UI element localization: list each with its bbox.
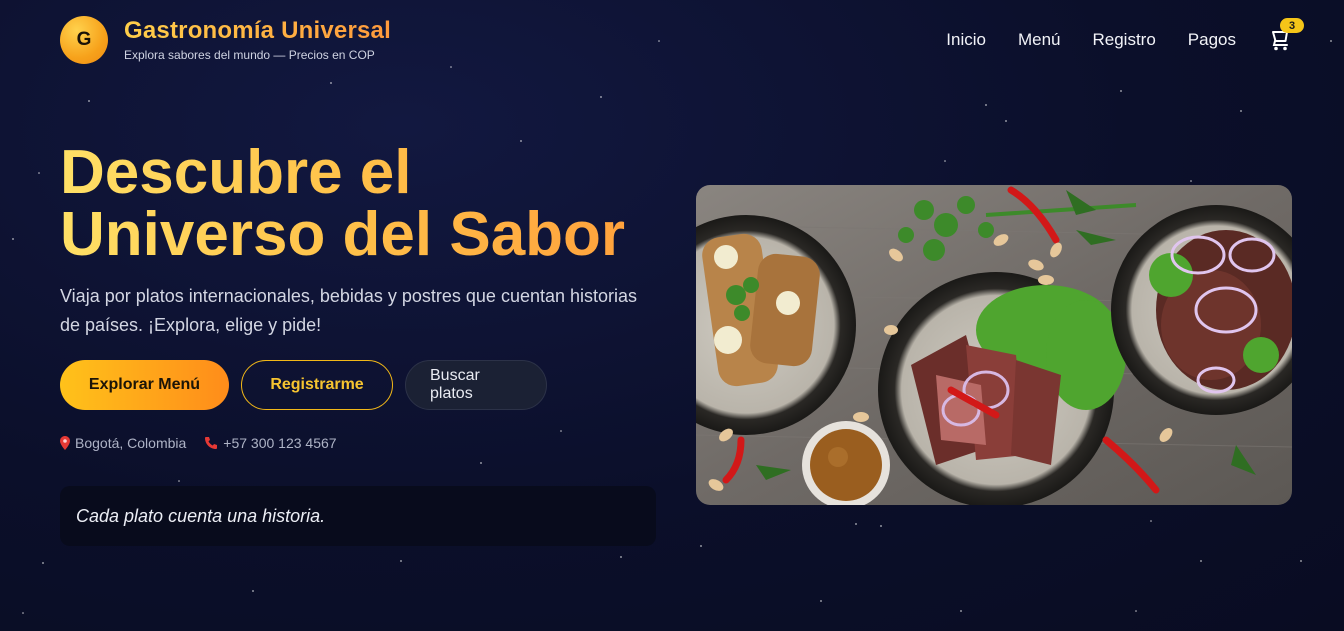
star: [22, 612, 24, 614]
star: [450, 66, 452, 68]
star: [1330, 40, 1332, 42]
cart-button[interactable]: 3: [1270, 18, 1304, 52]
star: [600, 96, 602, 98]
star: [1300, 560, 1302, 562]
star: [1240, 110, 1242, 112]
star: [620, 556, 622, 558]
star: [1120, 90, 1122, 92]
star: [855, 523, 857, 525]
cta-buttons: Explorar Menú Registrarme Buscar platos: [60, 360, 547, 410]
star: [820, 600, 822, 602]
brand-logo: G: [60, 16, 108, 64]
star: [252, 590, 254, 592]
brand-subtitle: Explora sabores del mundo — Precios en C…: [124, 47, 375, 62]
star: [178, 480, 180, 482]
quote-box: Cada plato cuenta una historia.: [60, 486, 656, 546]
nav-inicio[interactable]: Inicio: [946, 30, 986, 50]
nav-pagos[interactable]: Pagos: [1188, 30, 1236, 50]
phone-info: +57 300 123 4567: [204, 435, 337, 451]
star: [88, 100, 90, 102]
location-text: Bogotá, Colombia: [75, 435, 187, 451]
hero-title-line-1: Descubre el: [60, 138, 412, 207]
search-dishes-button[interactable]: Buscar platos: [405, 360, 547, 410]
star: [1190, 180, 1192, 182]
location-info: Bogotá, Colombia: [60, 435, 186, 451]
quote-text: Cada plato cuenta una historia.: [76, 505, 326, 526]
nav-menu[interactable]: Menú: [1018, 30, 1061, 50]
star: [1005, 120, 1007, 122]
phone-icon: [205, 437, 218, 449]
star: [480, 462, 482, 464]
star: [960, 610, 962, 612]
star: [944, 160, 946, 162]
explore-menu-button[interactable]: Explorar Menú: [60, 360, 229, 410]
hero-title-line-2: Universo del Sabor: [60, 200, 626, 269]
star: [560, 430, 562, 432]
brand[interactable]: G Gastronomía Universal Explora sabores …: [60, 16, 391, 64]
landing-page: G Gastronomía Universal Explora sabores …: [0, 0, 1344, 631]
nav-registro[interactable]: Registro: [1092, 30, 1155, 50]
star: [1200, 560, 1202, 562]
star: [700, 545, 702, 547]
hero-title: Descubre el Universo del Sabor: [60, 142, 680, 266]
star: [12, 238, 14, 240]
star: [330, 82, 332, 84]
pin-icon: [60, 436, 70, 450]
brand-title: Gastronomía Universal: [124, 17, 391, 45]
star: [400, 560, 402, 562]
phone-text: +57 300 123 4567: [223, 435, 337, 451]
hero-food-photo: [696, 185, 1292, 505]
star: [1135, 610, 1137, 612]
register-button[interactable]: Registrarme: [241, 360, 393, 410]
star: [985, 104, 987, 106]
star: [42, 562, 44, 564]
site-header: G Gastronomía Universal Explora sabores …: [60, 16, 1304, 64]
star: [880, 525, 882, 527]
brand-text: Gastronomía Universal Explora sabores de…: [124, 17, 391, 62]
cart-count-badge: 3: [1280, 18, 1304, 33]
star: [1150, 520, 1152, 522]
hero-description: Viaja por platos internacionales, bebida…: [60, 286, 638, 335]
contact-info: Bogotá, Colombia +57 300 123 4567: [60, 435, 337, 451]
main-nav: Inicio Menú Registro Pagos 3: [946, 18, 1304, 52]
star: [38, 172, 40, 174]
